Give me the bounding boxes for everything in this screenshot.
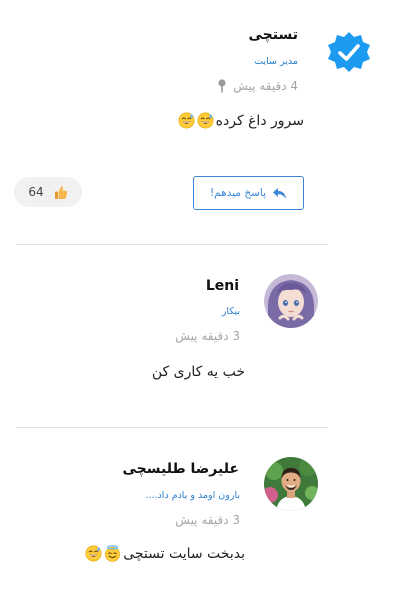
- grinning-sweat-emoji-icon: [197, 112, 214, 129]
- comment-item: تستچی مدیر سایت 4 دقیقه پیش سرور داغ کرد…: [0, 0, 400, 244]
- comment-text: خب یه کاری کن: [152, 364, 245, 380]
- like-count: 64: [28, 185, 44, 199]
- comment-time: 3 دقیقه پیش: [175, 329, 240, 343]
- comment-role: بیکار: [221, 306, 240, 317]
- comment-time: 4 دقیقه پیش: [217, 79, 298, 93]
- pin-icon: [218, 79, 226, 93]
- grinning-sweat-emoji-icon: [85, 545, 102, 562]
- comment-text: بدبخت سایت تستچی: [85, 545, 245, 562]
- thumbs-up-icon: [54, 185, 67, 199]
- comment-text: سرور داغ کرده: [178, 112, 304, 129]
- comment-role: مدیر سایت: [254, 56, 298, 67]
- reply-button-label: پاسخ میدهم!: [209, 187, 267, 199]
- reply-arrow-icon: [273, 187, 287, 199]
- reply-button[interactable]: پاسخ میدهم!: [193, 176, 304, 210]
- verified-badge-icon: [328, 32, 370, 72]
- comment-author[interactable]: Leni: [206, 278, 239, 294]
- comment-author[interactable]: علیرضا طلیسچی: [123, 461, 239, 477]
- comment-author[interactable]: تستچی: [249, 27, 298, 43]
- comment-time-text: 4 دقیقه پیش: [233, 79, 298, 93]
- comment-text-content: سرور داغ کرده: [215, 112, 304, 129]
- comment-text-content: خب یه کاری کن: [151, 364, 245, 380]
- comment-item: Leni بیکار 3 دقیقه پیش خب یه کاری کن: [0, 245, 400, 427]
- like-button[interactable]: 64: [14, 177, 82, 207]
- avatar[interactable]: [264, 274, 318, 328]
- smiling-halo-emoji-icon: [105, 545, 121, 562]
- grinning-sweat-emoji-icon: [178, 112, 195, 129]
- comment-role: بارون اومد و یادم داد....: [145, 490, 241, 501]
- comment-text-content: بدبخت سایت تستچی: [123, 545, 245, 562]
- avatar[interactable]: [264, 457, 318, 511]
- comment-time: 3 دقیقه پیش: [175, 513, 240, 527]
- comment-item: علیرضا طلیسچی بارون اومد و یادم داد.... …: [0, 428, 400, 606]
